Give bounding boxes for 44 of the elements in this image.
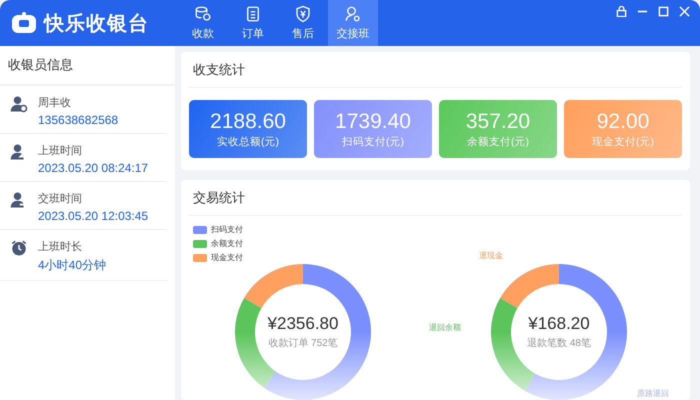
stat-label: 余额支付(元) (467, 134, 529, 148)
card-title: 收支统计 (189, 52, 682, 88)
alarm-clock-icon (10, 239, 28, 257)
close-icon[interactable] (679, 6, 690, 17)
stat-value: 357.20 (466, 110, 530, 134)
donut-caption: 收款订单 752笔 (268, 336, 338, 350)
info-value: 4小时40分钟 (38, 257, 106, 274)
slice-label: 退现金 (479, 250, 503, 261)
info-label: 上班时长 (38, 240, 83, 254)
info-label: 周丰收 (38, 96, 72, 110)
sidebar-title: 收银员信息 (0, 46, 175, 86)
nav-tab[interactable]: 售后 (278, 0, 328, 46)
info-value: 2023.05.20 08:24:17 (38, 161, 148, 175)
stat-label: 扫码支付(元) (342, 134, 404, 148)
info-label: 交班时间 (38, 192, 83, 206)
nav-tab[interactable]: 收款 (178, 0, 228, 46)
user-gear-icon (10, 95, 28, 113)
maximize-icon[interactable] (658, 6, 669, 17)
lock-icon[interactable] (616, 6, 627, 17)
legend-label: 余额支付 (211, 238, 243, 249)
card-title: 交易统计 (189, 180, 682, 216)
nav-tab[interactable]: 交接班 (328, 0, 378, 46)
donut-amount: ¥2356.80 (268, 314, 338, 334)
legend-label: 现金支付 (211, 252, 243, 263)
stat-value: 2188.60 (210, 110, 286, 134)
info-value: 135638682568 (38, 113, 118, 127)
info-value: 2023.05.20 12:03:45 (38, 209, 148, 223)
user-icon (344, 5, 362, 23)
donut-amount: ¥168.20 (528, 314, 590, 334)
stat-value: 92.00 (596, 110, 650, 134)
robot-logo-icon (10, 11, 38, 35)
coins-icon (194, 5, 212, 23)
slice-label: 退回余额 (429, 322, 461, 333)
stat-label: 现金支付(元) (592, 134, 654, 148)
app-title: 快乐收银台 (44, 12, 149, 36)
nav-tab[interactable]: 订单 (228, 0, 278, 46)
info-label: 上班时间 (38, 144, 83, 158)
slice-label: 原路退回 (637, 388, 669, 399)
clipboard-icon (244, 5, 262, 23)
stat-label: 实收总额(元) (217, 134, 279, 148)
shield-icon (294, 5, 312, 23)
stat-value: 1739.40 (335, 110, 411, 134)
donut-caption: 退款笔数 48笔 (527, 336, 591, 350)
legend-label: 扫码支付 (211, 224, 243, 235)
